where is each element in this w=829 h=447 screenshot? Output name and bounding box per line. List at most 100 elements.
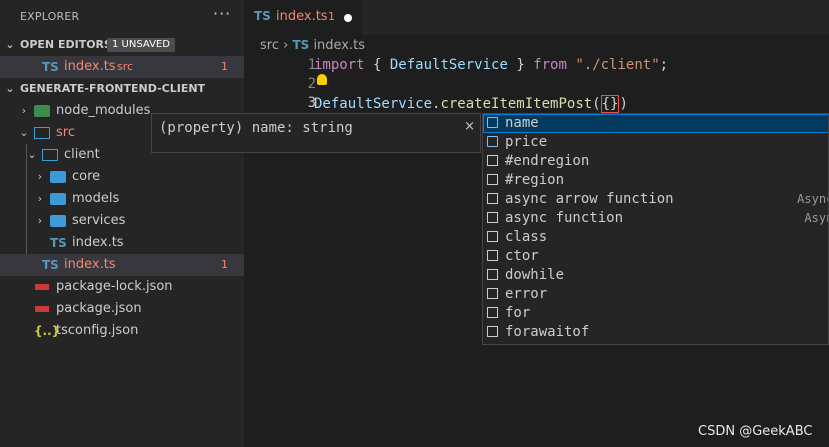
snippet-icon bbox=[487, 212, 498, 223]
suggest-detail: Do-While S bbox=[705, 266, 828, 285]
suggest-label: for bbox=[505, 305, 531, 321]
suggest-item[interactable]: name bbox=[483, 114, 828, 133]
punct-token: { bbox=[364, 57, 390, 73]
line-number: 1 bbox=[307, 57, 316, 73]
project-label: GENERATE-FRONTEND-CLIENT bbox=[20, 82, 206, 95]
snippet-icon bbox=[487, 250, 498, 261]
typescript-icon: TS bbox=[254, 9, 271, 23]
suggest-item[interactable]: error Log error to bbox=[483, 285, 828, 304]
suggest-item[interactable]: async function Async Function S bbox=[483, 209, 828, 228]
punct-token: ( bbox=[592, 96, 601, 112]
code-line-1[interactable]: import { DefaultService } from "./client… bbox=[314, 57, 668, 73]
chevron-down-icon: ⌄ bbox=[5, 38, 15, 51]
breadcrumb-folder[interactable]: src bbox=[260, 38, 279, 53]
folder-open-icon bbox=[42, 149, 58, 161]
punct-token: } bbox=[507, 57, 534, 73]
tree-item-label: tsconfig.json bbox=[56, 323, 139, 338]
tree-item-label: src bbox=[56, 125, 75, 140]
tree-item-label: package-lock.json bbox=[56, 279, 173, 294]
open-editor-item[interactable]: TS index.ts src 1 bbox=[0, 56, 244, 78]
folder-icon bbox=[50, 171, 66, 183]
suggest-item[interactable]: #endregion Re bbox=[483, 152, 828, 171]
problem-count: 1 bbox=[221, 60, 228, 73]
open-editor-filename: index.ts bbox=[64, 59, 116, 74]
cursor-bracket-token: {} bbox=[600, 95, 620, 113]
unsaved-dot-icon[interactable] bbox=[344, 14, 352, 22]
typescript-icon: TS bbox=[50, 236, 67, 250]
tree-item-tsconfig[interactable]: {..} tsconfig.json bbox=[0, 320, 244, 342]
snippet-icon bbox=[487, 307, 498, 318]
punct-token: ; bbox=[659, 57, 669, 73]
punct-token: ) bbox=[619, 96, 628, 112]
snippet-icon bbox=[487, 231, 498, 242]
tree-item-label: models bbox=[72, 191, 120, 206]
open-editor-path: src bbox=[117, 60, 134, 73]
npm-icon bbox=[35, 306, 49, 312]
npm-icon bbox=[35, 284, 49, 290]
tree-item-label: services bbox=[72, 213, 126, 228]
chevron-right-icon: › bbox=[21, 104, 27, 117]
suggest-label: name bbox=[505, 115, 539, 131]
identifier-token: DefaultService bbox=[314, 96, 433, 112]
typescript-icon: TS bbox=[42, 60, 59, 74]
folder-icon bbox=[50, 193, 66, 205]
snippet-icon bbox=[487, 269, 498, 280]
tree-item-models[interactable]: › models bbox=[0, 188, 244, 210]
more-actions-icon[interactable]: ··· bbox=[213, 4, 231, 23]
typescript-icon: TS bbox=[42, 258, 59, 272]
suggest-label: async arrow function bbox=[505, 191, 674, 207]
snippet-icon bbox=[487, 174, 498, 185]
suggest-item[interactable]: for bbox=[483, 304, 828, 323]
tree-item-label: node_modules bbox=[56, 103, 151, 118]
suggest-label: forawaitof bbox=[505, 324, 590, 340]
keyword-token: from bbox=[533, 57, 567, 73]
suggest-detail: Async Function Ex bbox=[797, 192, 828, 206]
string-token: "./client" bbox=[575, 57, 660, 73]
suggest-detail: For-Awai bbox=[705, 323, 828, 342]
editor-area: TS index.ts 1 src › TS index.ts 1 2 3 im… bbox=[151, 0, 829, 447]
snippet-icon bbox=[487, 326, 498, 337]
identifier-token: DefaultService bbox=[389, 57, 508, 73]
suggest-detail: Log error to bbox=[705, 285, 828, 304]
tree-item-services[interactable]: › services bbox=[0, 210, 244, 232]
tree-item-package-lock[interactable]: package-lock.json bbox=[0, 276, 244, 298]
suggest-detail: Class De bbox=[705, 228, 828, 247]
close-icon[interactable]: × bbox=[464, 119, 475, 134]
tab-index-ts[interactable]: TS index.ts 1 bbox=[244, 0, 362, 35]
property-icon bbox=[487, 117, 498, 128]
code-line-3[interactable]: DefaultService.createItemItemPost({}) bbox=[314, 95, 628, 113]
tree-item-label: core bbox=[72, 169, 101, 184]
tree-item-package-json[interactable]: package.json bbox=[0, 298, 244, 320]
suggest-widget: name price#endregionRe#regionRegiasync ar… bbox=[482, 113, 829, 345]
suggest-detail: Re bbox=[705, 152, 828, 171]
open-editors-section[interactable]: ⌄ OPEN EDITORS 1 UNSAVED bbox=[0, 34, 244, 56]
tree-item-src-index[interactable]: TS index.ts 1 bbox=[0, 254, 244, 276]
suggest-item[interactable]: price bbox=[483, 133, 828, 152]
line-number: 2 bbox=[307, 76, 316, 92]
tree-item-label: client bbox=[64, 147, 100, 162]
suggest-item[interactable]: ctor Con bbox=[483, 247, 828, 266]
lightbulb-icon[interactable] bbox=[317, 74, 327, 85]
breadcrumb-file[interactable]: index.ts bbox=[313, 38, 365, 53]
suggest-detail: Con bbox=[705, 247, 828, 266]
snippet-icon bbox=[487, 155, 498, 166]
typescript-icon: TS bbox=[292, 38, 310, 52]
tree-item-client-index[interactable]: TS index.ts bbox=[0, 232, 244, 254]
open-editors-label: OPEN EDITORS bbox=[20, 38, 112, 51]
suggest-item[interactable]: #region Regi bbox=[483, 171, 828, 190]
suggest-item[interactable]: dowhile Do-While S bbox=[483, 266, 828, 285]
tab-bar: TS index.ts 1 bbox=[244, 0, 829, 35]
suggest-detail: Async Function S bbox=[804, 211, 828, 225]
suggest-item[interactable]: async arrow function Async Function Ex bbox=[483, 190, 828, 209]
tree-item-label: package.json bbox=[56, 301, 142, 316]
tree-item-label: index.ts bbox=[72, 235, 124, 250]
folder-icon bbox=[50, 215, 66, 227]
project-section[interactable]: ⌄ GENERATE-FRONTEND-CLIENT bbox=[0, 78, 244, 100]
tab-problem-count: 1 bbox=[328, 10, 335, 23]
tree-item-core[interactable]: › core bbox=[0, 166, 244, 188]
suggest-item[interactable]: class Class De bbox=[483, 228, 828, 247]
suggest-item[interactable]: forawaitof For-Awai bbox=[483, 323, 828, 342]
function-token: createItemItemPost bbox=[440, 96, 593, 112]
folder-open-icon bbox=[34, 127, 50, 139]
property-icon bbox=[487, 136, 498, 147]
